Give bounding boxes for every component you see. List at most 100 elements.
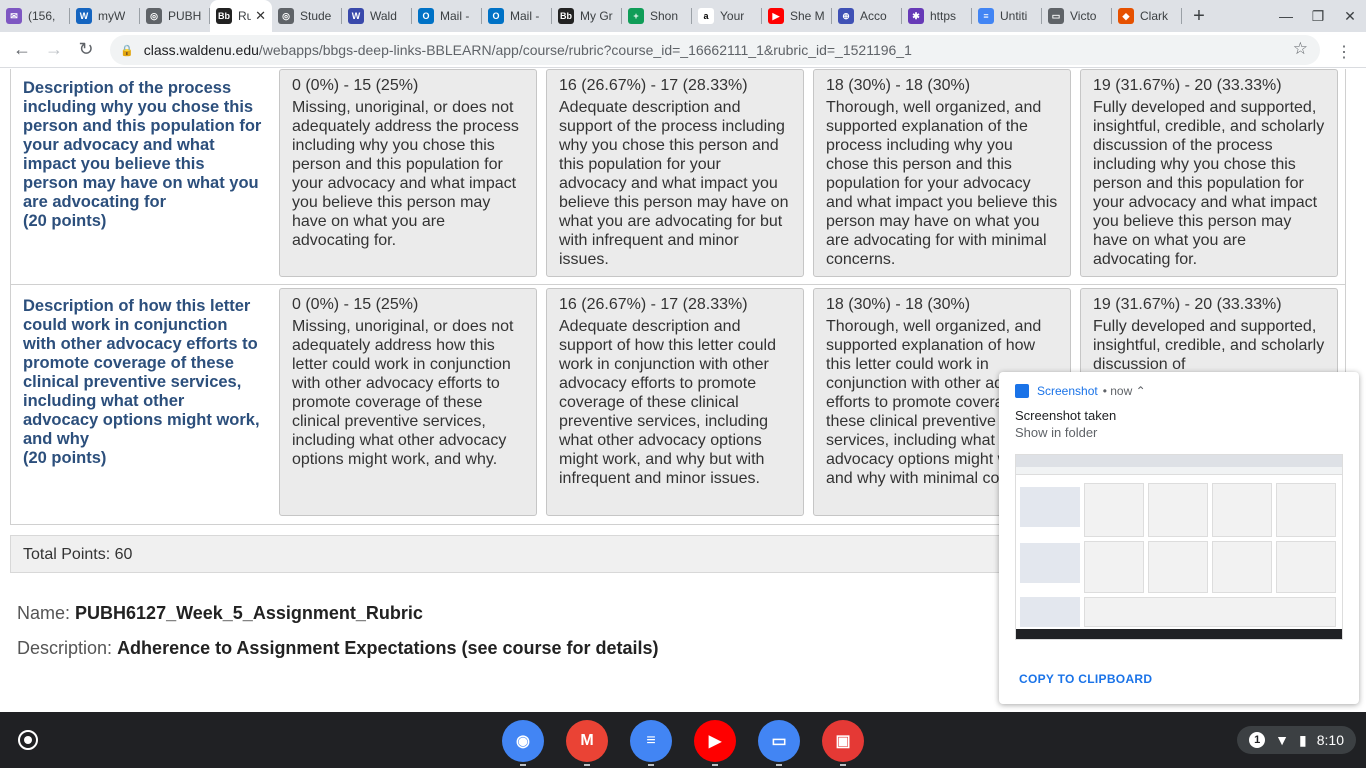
url-path: /webapps/bbgs-deep-links-BBLEARN/app/cou…: [258, 42, 912, 58]
tab-title: Stude: [300, 9, 332, 23]
youtube-icon[interactable]: ▶: [694, 720, 736, 762]
browser-tab[interactable]: Bb Ru ✕: [210, 0, 272, 32]
docs-icon[interactable]: ≡: [630, 720, 672, 762]
tab-title: Your: [720, 9, 745, 23]
globe-icon: ✱: [908, 8, 924, 24]
gmail-icon[interactable]: M: [566, 720, 608, 762]
criterion-label: Description of the process including why…: [23, 79, 262, 230]
forward-arrow-icon[interactable]: →: [38, 39, 70, 60]
browser-tab[interactable]: O Mail -: [412, 0, 482, 32]
notification-header: Screenshot • now ⌃: [1015, 384, 1146, 398]
wifi-icon: ▼: [1275, 732, 1290, 748]
tab-strip: ✉ (156, WmyW ◎ PUBH Bb Ru ✕ ◎ Stude W Wald O Mail -OM…: [0, 0, 1366, 32]
os-shelf: ◉ M ≡ ▶ ▭ ▣ 1 ▼ ▮ 8:10: [0, 712, 1366, 768]
rubric-cell[interactable]: 18 (30%) - 18 (30%) Thorough, well organ…: [813, 69, 1071, 277]
window-icon: ▭: [1048, 8, 1064, 24]
browser-tab[interactable]: a Your: [692, 0, 762, 32]
tab-title: https: [930, 9, 957, 23]
browser-tab[interactable]: ✱ https: [902, 0, 972, 32]
browser-tab[interactable]: ⊕ Acco: [832, 0, 902, 32]
menu-kebab-icon[interactable]: ⋮: [1336, 42, 1352, 62]
browser-tab[interactable]: ◎ PUBH: [140, 0, 210, 32]
restore-icon[interactable]: ❐: [1302, 8, 1334, 25]
tab-title: PUBH: [168, 9, 202, 23]
browser-tab[interactable]: Bb My Gr: [552, 0, 622, 32]
points-range: 16 (26.67%) - 17 (28.33%): [559, 296, 748, 313]
notification-count-badge: 1: [1249, 732, 1266, 748]
level-description: Fully developed and supported, insightfu…: [1093, 99, 1325, 268]
lock-icon: 🔒: [120, 44, 134, 57]
globe-icon: ⊕: [838, 8, 854, 24]
browser-tab[interactable]: O Mail -: [482, 0, 552, 32]
globe-icon: ◎: [278, 8, 294, 24]
running-indicator: [712, 764, 718, 766]
rubric-cell[interactable]: 19 (31.67%) - 20 (33.33%) Fully develope…: [1080, 69, 1338, 277]
close-icon[interactable]: ✕: [1334, 8, 1366, 25]
chrome-icon[interactable]: ◉: [502, 720, 544, 762]
rubric-row: Description of the process including why…: [10, 69, 1346, 285]
sheets-icon: +: [628, 8, 644, 24]
browser-tab[interactable]: ≡ Untiti: [972, 0, 1042, 32]
files-icon[interactable]: ▭: [758, 720, 800, 762]
battery-icon: ▮: [1299, 731, 1307, 748]
minimize-icon[interactable]: —: [1270, 8, 1302, 24]
tab-title: myW: [98, 9, 126, 23]
reload-icon[interactable]: ↻: [70, 39, 102, 60]
browser-tab[interactable]: W Wald: [342, 0, 412, 32]
browser-tab[interactable]: ▭ Victo: [1042, 0, 1112, 32]
url-host: class.waldenu.edu: [143, 42, 259, 58]
level-description: Fully developed and supported, insightfu…: [1093, 318, 1325, 373]
show-in-folder-link[interactable]: Show in folder: [1015, 425, 1097, 440]
tab-title: Mail -: [440, 9, 470, 23]
tab-title: Untiti: [1000, 9, 1028, 23]
points-range: 0 (0%) - 15 (25%): [292, 296, 419, 313]
bookmark-star-icon[interactable]: ☆: [1293, 39, 1308, 59]
outlook-icon: O: [488, 8, 504, 24]
points-range: 0 (0%) - 15 (25%): [292, 77, 419, 94]
status-tray[interactable]: 1 ▼ ▮ 8:10: [1237, 726, 1356, 754]
points-range: 18 (30%) - 18 (30%): [826, 77, 971, 94]
notification-title: Screenshot taken: [1015, 408, 1117, 423]
rubric-cell[interactable]: 16 (26.67%) - 17 (28.33%) Adequate descr…: [546, 288, 804, 516]
browser-tab[interactable]: ◎ Stude: [272, 0, 342, 32]
screenshot-thumbnail[interactable]: [1015, 454, 1343, 640]
points-range: 18 (30%) - 18 (30%): [826, 296, 971, 313]
level-description: Missing, unoriginal, or does not adequat…: [292, 318, 514, 468]
launcher-button[interactable]: [18, 730, 38, 750]
tab-title: (156,: [28, 9, 56, 23]
gmail-icon: ✉: [6, 8, 22, 24]
walden-icon: W: [348, 8, 364, 24]
clock: 8:10: [1316, 732, 1344, 748]
points-range: 19 (31.67%) - 20 (33.33%): [1093, 296, 1282, 313]
copy-to-clipboard-button[interactable]: COPY TO CLIPBOARD: [1019, 672, 1152, 686]
rubric-cell[interactable]: 0 (0%) - 15 (25%) Missing, unoriginal, o…: [279, 69, 537, 277]
running-indicator: [648, 764, 654, 766]
new-tab-button[interactable]: +: [1182, 5, 1216, 28]
rubric-description: Description: Adherence to Assignment Exp…: [17, 638, 659, 658]
tab-title: Ru: [238, 9, 252, 23]
tab-title: She M: [790, 9, 825, 23]
clark-icon: ◆: [1118, 8, 1134, 24]
tab-title: Shon: [650, 9, 679, 23]
browser-tab[interactable]: ◆ Clark: [1112, 0, 1182, 32]
screenshot-notification[interactable]: Screenshot • now ⌃ Screenshot taken Show…: [999, 372, 1359, 704]
rubric-cell[interactable]: 16 (26.67%) - 17 (28.33%) Adequate descr…: [546, 69, 804, 277]
level-description: Missing, unoriginal, or does not adequat…: [292, 99, 519, 249]
criterion-label: Description of how this letter could wor…: [23, 297, 260, 467]
browser-tab[interactable]: WmyW: [70, 0, 140, 32]
back-arrow-icon[interactable]: ←: [6, 39, 38, 60]
points-range: 19 (31.67%) - 20 (33.33%): [1093, 77, 1282, 94]
rubric-cell[interactable]: 0 (0%) - 15 (25%) Missing, unoriginal, o…: [279, 288, 537, 516]
blackboard-icon: Bb: [558, 8, 574, 24]
gallery-icon[interactable]: ▣: [822, 720, 864, 762]
tab-close-icon[interactable]: ✕: [255, 8, 266, 24]
browser-tab[interactable]: + Shon: [622, 0, 692, 32]
browser-tab[interactable]: ✉ (156,: [0, 0, 70, 32]
youtube-icon: ▶: [768, 8, 784, 24]
tab-title: My Gr: [580, 9, 613, 23]
address-bar[interactable]: 🔒 class.waldenu.edu /webapps/bbgs-deep-l…: [110, 35, 1320, 65]
window-controls: — ❐ ✕: [1270, 0, 1366, 32]
browser-tab[interactable]: ▶ She M: [762, 0, 832, 32]
level-description: Adequate description and support of the …: [559, 99, 789, 268]
amazon-icon: a: [698, 8, 714, 24]
